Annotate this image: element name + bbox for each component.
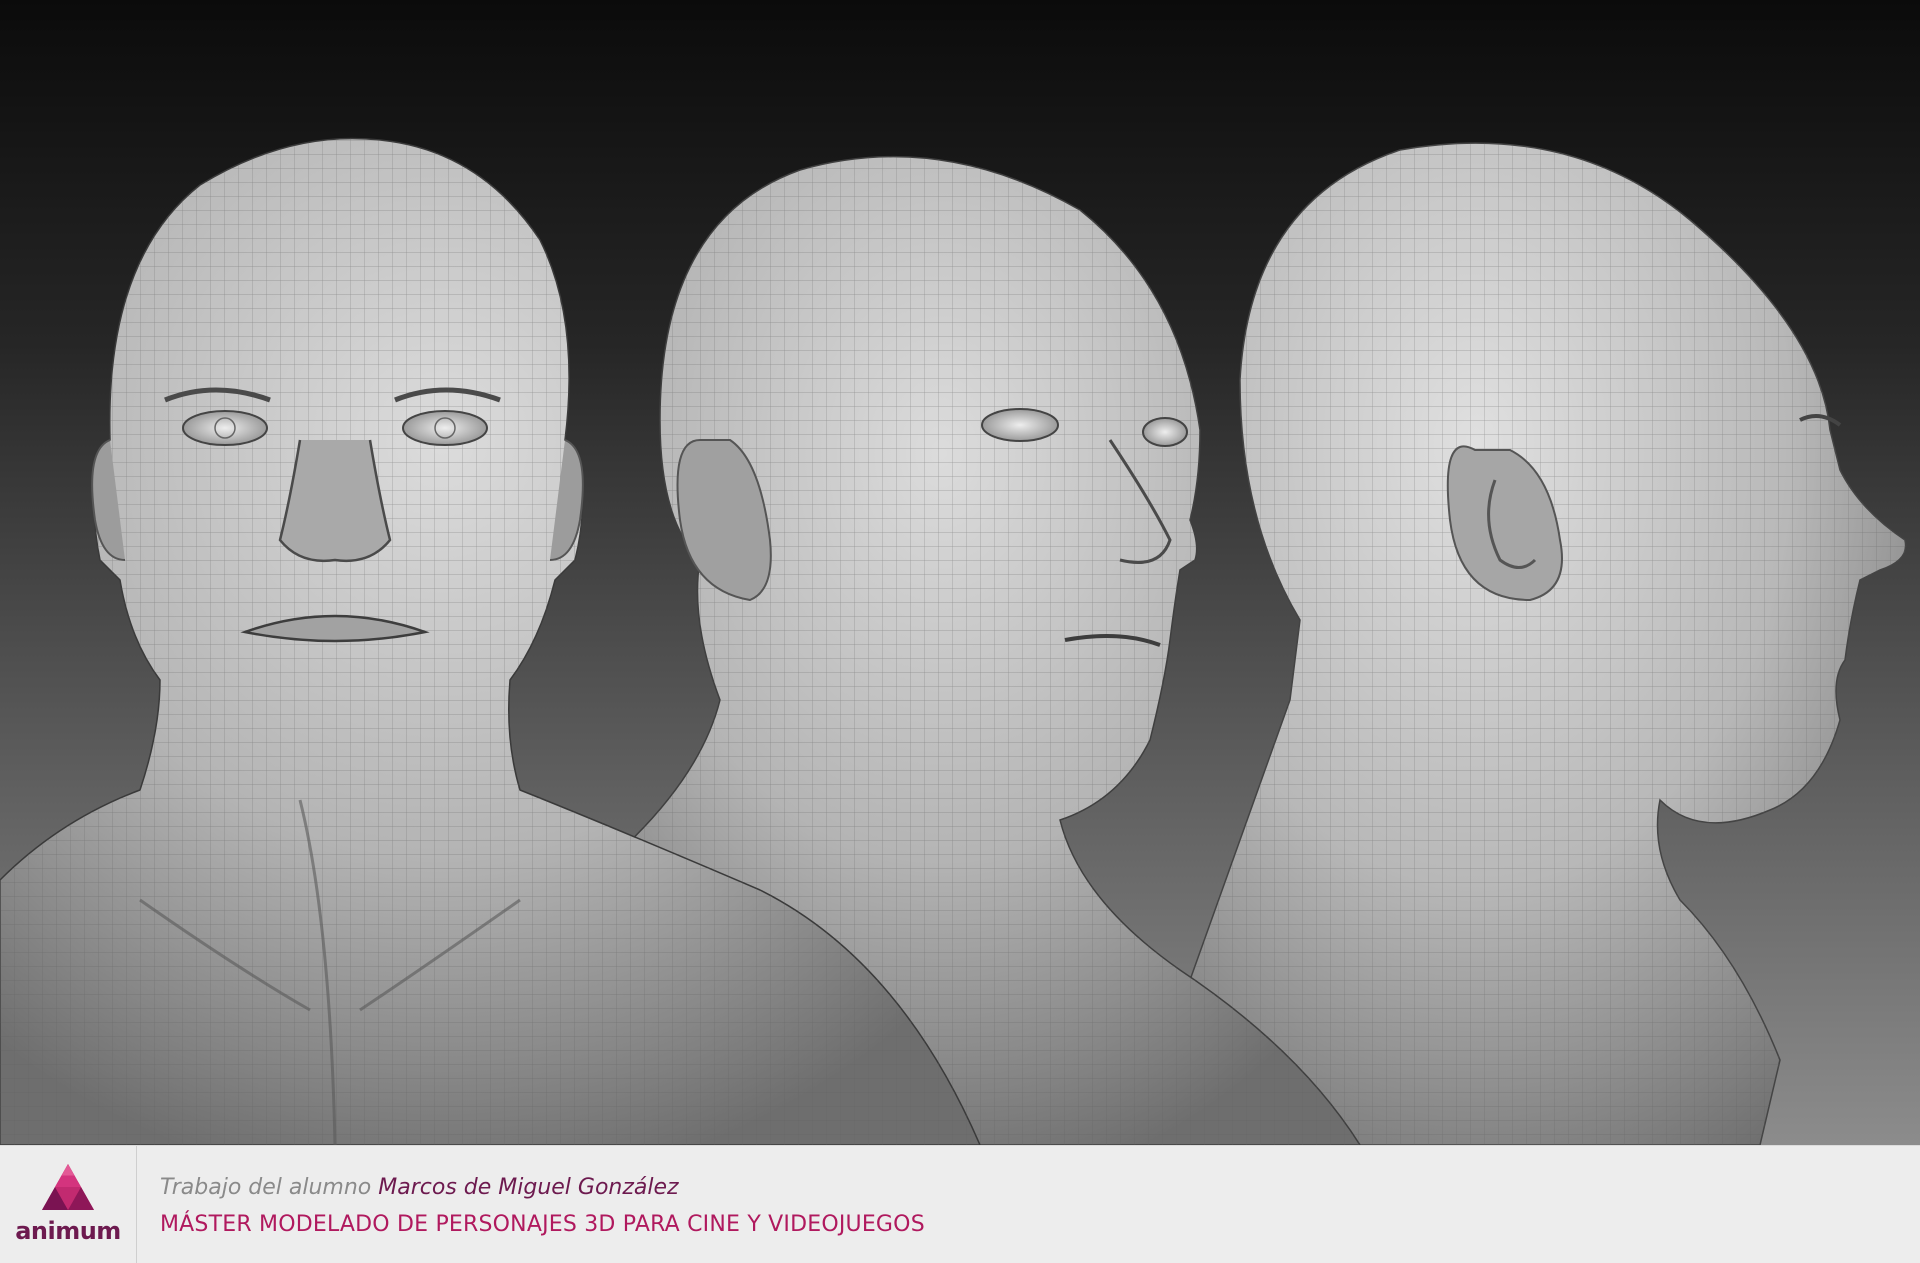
front-nose (278, 439, 392, 562)
render-area (0, 0, 1920, 1145)
credit-prefix: Trabajo del alumno (160, 1175, 379, 1200)
course-title: MÁSTER MODELADO DE PERSONAJES 3D PARA CI… (160, 1212, 925, 1237)
side-view-head (1189, 142, 1907, 1145)
front-eye-left (182, 410, 268, 446)
footer-divider (136, 1146, 137, 1263)
animum-logo-text: animum (15, 1217, 121, 1245)
footer-bar: animum Trabajo del alumno Marcos de Migu… (0, 1145, 1920, 1263)
student-name: Marcos de Miguel González (378, 1175, 679, 1200)
animum-logo: animum (0, 1146, 136, 1263)
student-credit: Trabajo del alumno Marcos de Miguel Gonz… (160, 1175, 679, 1200)
three-quarter-eye-right (1142, 417, 1188, 447)
head-renders (0, 137, 1907, 1145)
front-eye-right (402, 410, 488, 446)
three-quarter-eye-left (981, 408, 1059, 442)
animum-logo-icon (42, 1164, 94, 1210)
